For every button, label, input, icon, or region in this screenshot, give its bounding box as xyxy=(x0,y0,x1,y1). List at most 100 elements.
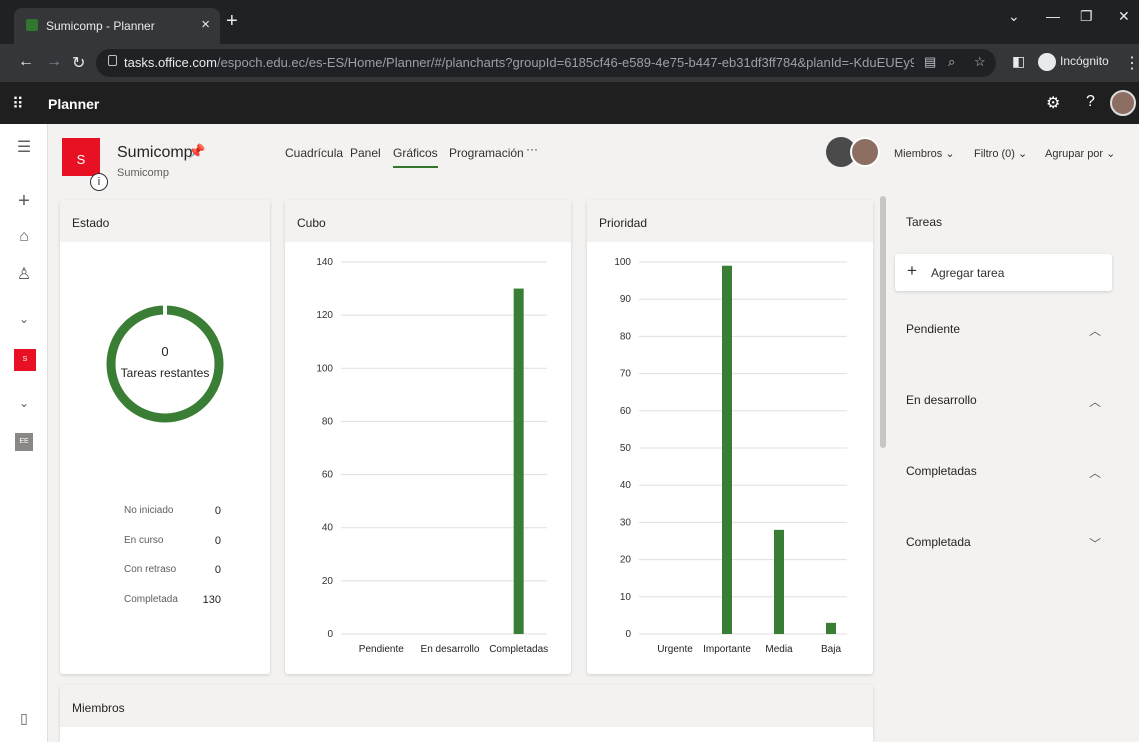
settings-gear-icon[interactable]: ⚙ xyxy=(1046,93,1060,113)
status-value-late: 0 xyxy=(214,564,221,576)
y-tick-label: 10 xyxy=(620,592,632,603)
zoom-icon[interactable]: ⌕ xyxy=(948,54,955,70)
y-tick-label: 20 xyxy=(620,555,632,566)
y-tick-label: 50 xyxy=(620,443,632,454)
tab-close-icon[interactable]: × xyxy=(201,16,210,33)
y-tick-label: 0 xyxy=(327,629,333,640)
chevron-down-icon[interactable]: ⌄ xyxy=(0,396,48,410)
window-close-icon[interactable]: ✕ xyxy=(1118,8,1130,25)
forward-icon[interactable]: → xyxy=(46,53,62,71)
filter-dropdown[interactable]: Filtro (0) ⌄ xyxy=(974,147,1027,160)
rail-plan-sumicomp[interactable]: S xyxy=(14,349,36,371)
url-text[interactable]: tasks.office.com/espoch.edu.ec/es-ES/Hom… xyxy=(124,55,914,70)
tab-search-chevron-icon[interactable]: ⌄ xyxy=(1008,8,1020,25)
chevron-up-icon[interactable]: ︿ xyxy=(1089,393,1101,410)
side-panel-icon[interactable]: ◧ xyxy=(1012,53,1025,70)
plan-info-icon[interactable]: i xyxy=(90,173,108,191)
clipboard-icon[interactable]: ▤ xyxy=(924,54,936,70)
new-tab-icon[interactable]: + xyxy=(226,10,238,33)
status-value-not-started: 0 xyxy=(214,505,221,517)
chevron-down-icon[interactable]: ﹀ xyxy=(1089,535,1101,552)
status-label-in-progress: En curso xyxy=(124,535,164,546)
tab-title: Sumicomp - Planner xyxy=(46,19,155,33)
group-by-dropdown[interactable]: Agrupar por ⌄ xyxy=(1045,147,1115,160)
group-completed-progress-label: Completada xyxy=(906,535,971,549)
tab-charts[interactable]: Gráficos xyxy=(393,146,438,168)
home-icon[interactable]: ⌂ xyxy=(0,228,48,246)
x-tick-label: Baja xyxy=(821,644,841,655)
incognito-icon xyxy=(1038,53,1056,71)
y-tick-label: 100 xyxy=(614,257,631,268)
bar-media xyxy=(774,529,784,634)
left-rail: ☰ + ⌂ ♙ ⌄ S ⌄ EE ▯ xyxy=(0,124,48,742)
plan-icon[interactable]: S xyxy=(62,138,100,176)
add-task-label: Agregar tarea xyxy=(931,266,1005,280)
user-avatar[interactable] xyxy=(1110,90,1136,116)
tab-board[interactable]: Panel xyxy=(350,146,381,160)
app-name[interactable]: Planner xyxy=(48,96,99,112)
y-tick-label: 40 xyxy=(322,523,334,534)
group-completed-progress[interactable]: Completada ﹀ xyxy=(906,535,1101,552)
remaining-label: Tareas restantes xyxy=(120,366,210,380)
members-card: Miembros xyxy=(60,685,873,742)
mobile-app-icon[interactable]: ▯ xyxy=(0,710,48,727)
browser-menu-icon[interactable]: ⋮ xyxy=(1124,53,1139,73)
y-tick-label: 140 xyxy=(316,257,333,268)
y-tick-label: 0 xyxy=(625,629,631,640)
x-tick-label: Completadas xyxy=(489,644,548,655)
member-avatar[interactable] xyxy=(850,137,880,167)
rail-plan-other[interactable]: EE xyxy=(15,433,33,451)
chevron-up-icon[interactable]: ︿ xyxy=(1089,322,1101,339)
help-icon[interactable]: ? xyxy=(1086,93,1095,111)
status-value-completed: 130 xyxy=(202,594,221,606)
incognito-indicator[interactable]: Incógnito xyxy=(1038,53,1109,71)
members-dropdown[interactable]: Miembros ⌄ xyxy=(894,147,955,160)
back-icon[interactable]: ← xyxy=(18,53,34,71)
y-tick-label: 120 xyxy=(316,310,333,321)
status-label-completed: Completada xyxy=(124,594,178,605)
add-task-button[interactable]: + Agregar tarea xyxy=(895,254,1112,291)
group-completed-bucket[interactable]: Completadas ︿ xyxy=(906,464,1101,481)
status-donut-chart xyxy=(106,304,224,423)
donut-gap xyxy=(163,304,167,315)
pin-icon[interactable]: 📌 xyxy=(188,143,205,160)
group-completed-bucket-label: Completadas xyxy=(906,464,977,478)
chevron-down-icon: ⌄ xyxy=(1018,148,1028,160)
chevron-down-icon[interactable]: ⌄ xyxy=(0,312,48,326)
donut-ring-completed xyxy=(106,305,224,423)
members-card-title: Miembros xyxy=(60,685,873,727)
person-icon[interactable]: ♙ xyxy=(0,264,48,284)
group-pending[interactable]: Pendiente ︿ xyxy=(906,322,1101,339)
new-plan-plus-icon[interactable]: + xyxy=(0,190,48,213)
lock-icon xyxy=(108,55,117,66)
y-tick-label: 100 xyxy=(316,363,333,374)
x-tick-label: En desarrollo xyxy=(421,644,480,655)
group-in-development-label: En desarrollo xyxy=(906,393,977,407)
plan-title[interactable]: Sumicomp xyxy=(117,144,193,162)
x-tick-label: Media xyxy=(765,644,793,655)
y-tick-label: 80 xyxy=(322,416,334,427)
y-tick-label: 60 xyxy=(322,470,334,481)
restore-icon[interactable]: ❐ xyxy=(1080,8,1093,25)
chevron-up-icon[interactable]: ︿ xyxy=(1089,464,1101,481)
group-pending-label: Pendiente xyxy=(906,322,961,336)
address-bar[interactable]: tasks.office.com/espoch.edu.ec/es-ES/Hom… xyxy=(96,49,996,77)
tab-grid[interactable]: Cuadrícula xyxy=(285,146,343,160)
tab-schedule[interactable]: Programación xyxy=(449,146,524,160)
priority-bar-chart: 0 10 20 30 40 50 60 70 80 90 100 Urgente Importante M… xyxy=(614,257,847,655)
app-launcher-icon[interactable]: ⠿ xyxy=(12,94,24,114)
bookmark-star-icon[interactable]: ☆ xyxy=(974,54,986,70)
group-in-development[interactable]: En desarrollo ︿ xyxy=(906,393,1101,410)
bucket-bar-chart: 0 20 40 60 80 100 120 140 Pendiente En desarrollo… xyxy=(316,257,548,655)
y-tick-label: 70 xyxy=(620,369,632,380)
bar-baja xyxy=(826,622,836,634)
browser-tab[interactable]: Sumicomp - Planner × xyxy=(14,8,220,44)
tasks-panel: Tareas + Agregar tarea Pendiente ︿ En de… xyxy=(895,200,1112,742)
reload-icon[interactable]: ↻ xyxy=(72,53,85,73)
content-scrollbar[interactable] xyxy=(880,196,886,448)
hamburger-menu-icon[interactable]: ☰ xyxy=(0,137,48,157)
browser-toolbar: ← → ↻ tasks.office.com/espoch.edu.ec/es-… xyxy=(0,44,1139,82)
y-tick-label: 40 xyxy=(620,480,632,491)
minimize-icon[interactable]: — xyxy=(1046,8,1060,24)
more-tabs-icon[interactable]: ··· xyxy=(526,142,538,156)
